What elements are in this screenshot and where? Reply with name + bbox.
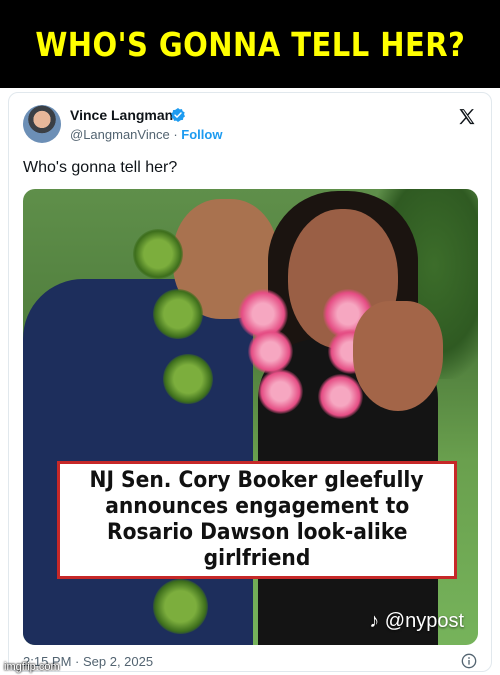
meme-caption: WHO'S GONNA TELL HER? <box>34 24 466 64</box>
raised-hand-with-ring <box>353 301 443 411</box>
flower-lei <box>318 374 363 419</box>
leaf-lei <box>153 579 208 634</box>
verified-badge-icon <box>170 107 186 128</box>
headline-box: NJ Sen. Cory Booker gleefully announces … <box>57 461 457 579</box>
headline-line: announces engagement to <box>104 494 410 519</box>
avatar[interactable] <box>23 105 61 143</box>
leaf-lei <box>133 229 183 279</box>
info-icon[interactable] <box>461 653 477 674</box>
leaf-lei <box>153 289 203 339</box>
imgflip-watermark: imgflip.com <box>4 661 60 673</box>
handle-row: @LangmanVince · Follow <box>70 127 222 142</box>
follow-button[interactable]: Follow <box>181 127 222 142</box>
author-handle[interactable]: @LangmanVince <box>70 127 170 142</box>
man-figure <box>23 199 278 645</box>
headline-line: Rosario Dawson look-alike <box>106 520 408 545</box>
watermark-text: @nypost <box>384 610 464 632</box>
leaf-lei <box>163 354 213 404</box>
flower-lei <box>258 369 303 414</box>
headline-line: NJ Sen. Cory Booker gleefully <box>89 468 425 493</box>
meme-banner: WHO'S GONNA TELL HER? <box>0 0 500 88</box>
tweet-text: Who's gonna tell her? <box>23 159 178 176</box>
tweet-card[interactable]: Vince Langman @LangmanVince · Follow Who… <box>8 92 492 672</box>
tweet-media-image[interactable]: NJ Sen. Cory Booker gleefully announces … <box>23 189 478 645</box>
flower-lei <box>248 329 293 374</box>
headline-line: girlfriend <box>203 546 311 571</box>
x-logo-icon[interactable] <box>457 107 477 132</box>
tiktok-icon: ♪ <box>369 610 380 632</box>
handle-separator: · <box>173 127 178 142</box>
author-display-name[interactable]: Vince Langman <box>70 107 173 123</box>
nypost-watermark: ♪ @nypost <box>369 610 464 633</box>
